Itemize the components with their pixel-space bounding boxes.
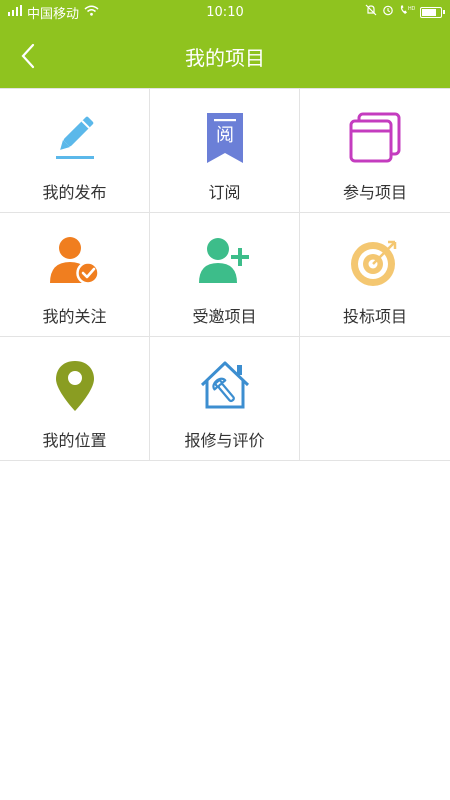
hd-call-icon: HD [399,4,416,20]
grid-item-joined-projects[interactable]: 参与项目 [300,89,450,213]
target-icon [348,235,402,289]
windows-icon [348,111,402,165]
battery-icon [420,6,445,18]
grid-item-my-location[interactable]: 我的位置 [0,337,150,461]
grid-item-my-posts[interactable]: 我的发布 [0,89,150,213]
grid-item-bid-projects[interactable]: 投标项目 [300,213,450,337]
grid-item-label: 报修与评价 [184,431,265,450]
status-left: 中国移动 [8,3,99,22]
mute-bell-icon [365,4,377,20]
signal-icon [8,4,22,20]
status-bar: 中国移动 10:10 HD [0,0,450,24]
status-right: HD [365,4,445,20]
location-pin-icon [48,359,102,413]
subscribe-bookmark-icon: 阅 [198,111,252,165]
header-bar: 我的项目 [0,24,450,88]
grid-item-invited-projects[interactable]: 受邀项目 [150,213,300,337]
project-grid: 我的发布 阅 订阅 参与项目 我的关注 受邀项目 投标项目 我的位置 报修与评价 [0,88,450,461]
grid-item-label: 参与项目 [342,183,407,202]
back-button[interactable] [10,38,46,74]
subscribe-icon-glyph: 阅 [216,125,234,146]
grid-item-label: 受邀项目 [192,307,257,326]
svg-text:HD: HD [408,6,415,12]
grid-item-label: 我的发布 [42,183,107,202]
pencil-icon [48,111,102,165]
user-add-icon [198,235,252,289]
grid-item-label: 我的关注 [42,307,107,326]
grid-item-my-follows[interactable]: 我的关注 [0,213,150,337]
grid-item-repair-review[interactable]: 报修与评价 [150,337,300,461]
wifi-icon [84,5,99,20]
grid-item-subscribe[interactable]: 阅 订阅 [150,89,300,213]
chevron-left-icon [21,43,35,69]
user-check-icon [48,235,102,289]
carrier-name: 中国移动 [27,6,80,22]
page-title: 我的项目 [185,45,265,70]
grid-item-label: 我的位置 [42,431,107,450]
house-wrench-icon [198,359,252,413]
grid-empty-cell [300,337,450,461]
alarm-icon [382,4,394,20]
grid-item-label: 订阅 [208,183,241,202]
grid-item-label: 投标项目 [342,307,407,326]
